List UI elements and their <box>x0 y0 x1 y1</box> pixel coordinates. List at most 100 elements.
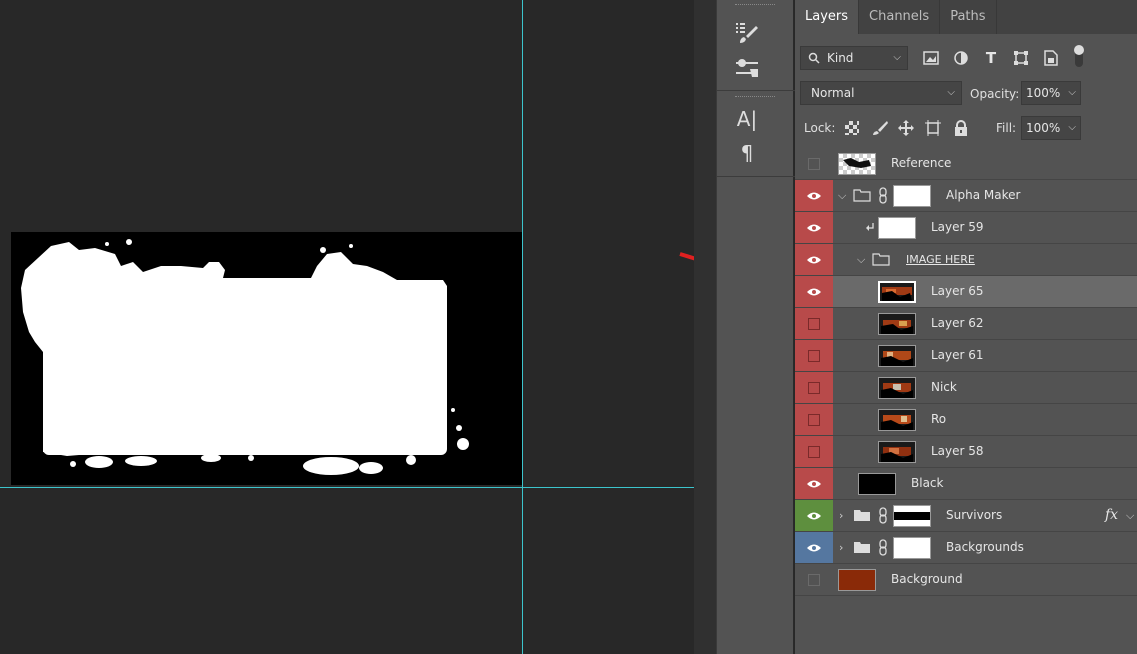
layer-mask-thumbnail[interactable] <box>893 185 931 207</box>
link-icon[interactable] <box>878 187 888 204</box>
visibility-toggle[interactable] <box>795 532 833 563</box>
layer-row-layer-61[interactable]: Layer 61 <box>795 340 1137 372</box>
layer-row-nick[interactable]: Nick <box>795 372 1137 404</box>
tab-channels[interactable]: Channels <box>859 0 941 34</box>
smart-object-filter-icon[interactable] <box>1040 47 1062 69</box>
layer-thumbnail <box>838 569 876 591</box>
eye-icon <box>807 512 821 519</box>
layer-mask-thumbnail[interactable] <box>893 537 931 559</box>
layer-mask-thumbnail[interactable] <box>893 505 931 527</box>
layer-row-backgrounds[interactable]: › Backgrounds <box>795 532 1137 564</box>
clone-source-icon[interactable] <box>725 54 769 84</box>
visibility-toggle[interactable] <box>795 244 833 275</box>
layer-name: Nick <box>931 380 957 394</box>
layers-panel: Layers Channels Paths Kind ⌵ T Normal ⌵ … <box>795 0 1137 654</box>
pixel-layer-filter-icon[interactable] <box>920 47 942 69</box>
chevron-down-icon[interactable]: ⌵ <box>1068 82 1076 104</box>
blend-mode-value: Normal <box>811 86 855 100</box>
link-icon[interactable] <box>878 539 888 556</box>
chevron-down-icon[interactable]: ⌵ <box>838 180 846 211</box>
strip-grip-2[interactable] <box>735 96 775 100</box>
layer-row-layer-59[interactable]: Layer 59 <box>795 212 1137 244</box>
folder-icon <box>872 253 890 266</box>
link-icon[interactable] <box>878 507 888 524</box>
visibility-toggle[interactable] <box>795 372 833 403</box>
filter-toggle-switch[interactable] <box>1068 45 1090 67</box>
collapsed-panels-strip: A| ¶ <box>716 0 795 654</box>
layer-name: Ro <box>931 412 947 426</box>
visibility-toggle[interactable] <box>795 500 833 531</box>
eye-icon <box>807 480 821 487</box>
folder-icon <box>853 189 871 202</box>
visibility-toggle[interactable] <box>795 148 833 179</box>
strip-grip[interactable] <box>735 4 775 8</box>
layer-row-layer-65[interactable]: Layer 65 <box>795 276 1137 308</box>
layer-row-black[interactable]: Black <box>795 468 1137 500</box>
chevron-down-icon[interactable]: ⌵ <box>1068 117 1076 139</box>
clipping-arrow-icon <box>866 223 874 231</box>
layer-name: Layer 59 <box>931 220 984 234</box>
shape-layer-filter-icon[interactable] <box>1010 47 1032 69</box>
document-canvas[interactable] <box>0 0 694 654</box>
search-icon <box>808 52 820 64</box>
layer-row-survivors[interactable]: › Survivors fx ⌵ <box>795 500 1137 532</box>
type-layer-filter-icon[interactable]: T <box>980 47 1002 69</box>
layer-thumbnail <box>858 473 896 495</box>
red-annotation-arrow <box>679 252 694 261</box>
visibility-toggle[interactable] <box>795 276 833 307</box>
filter-kind-select[interactable]: Kind ⌵ <box>800 46 908 70</box>
adjustment-layer-filter-icon[interactable] <box>950 47 972 69</box>
layer-name: Reference <box>891 156 952 170</box>
folder-icon <box>854 510 870 521</box>
visibility-toggle[interactable] <box>795 404 833 435</box>
lock-all-icon[interactable] <box>950 117 972 139</box>
layer-row-reference[interactable]: Reference <box>795 148 1137 180</box>
paragraph-icon[interactable]: ¶ <box>725 138 769 168</box>
fx-icon[interactable]: fx <box>1105 500 1118 531</box>
layer-row-image-here[interactable]: ⌵ IMAGE HERE <box>795 244 1137 276</box>
panel-gap <box>694 0 716 654</box>
eye-icon <box>807 192 821 199</box>
visibility-toggle[interactable] <box>795 468 833 499</box>
visibility-toggle[interactable] <box>795 180 833 211</box>
layer-thumbnail <box>878 281 916 303</box>
eye-icon <box>807 288 821 295</box>
visibility-toggle[interactable] <box>795 564 833 595</box>
lock-position-icon[interactable] <box>895 117 917 139</box>
tab-layers[interactable]: Layers <box>795 0 860 34</box>
layer-name: Alpha Maker <box>946 188 1021 202</box>
eye-icon <box>807 544 821 551</box>
layer-row-layer-58[interactable]: Layer 58 <box>795 436 1137 468</box>
eye-icon <box>807 224 821 231</box>
layer-row-alpha-maker[interactable]: ⌵ Alpha Maker <box>795 180 1137 212</box>
visibility-toggle[interactable] <box>795 308 833 339</box>
layer-name: Background <box>891 572 963 586</box>
opacity-input[interactable]: 100% ⌵ <box>1021 81 1081 105</box>
visibility-toggle[interactable] <box>795 436 833 467</box>
fill-value: 100% <box>1026 121 1061 135</box>
layer-thumbnail <box>878 345 916 367</box>
panel-tabs: Layers Channels Paths <box>795 0 1137 34</box>
fill-input[interactable]: 100% ⌵ <box>1021 116 1081 140</box>
layer-row-ro[interactable]: Ro <box>795 404 1137 436</box>
layer-row-background[interactable]: Background <box>795 564 1137 596</box>
blend-mode-select[interactable]: Normal ⌵ <box>800 81 962 105</box>
lock-image-pixels-icon[interactable] <box>869 117 891 139</box>
tab-paths[interactable]: Paths <box>940 0 997 34</box>
layer-row-layer-62[interactable]: Layer 62 <box>795 308 1137 340</box>
chevron-down-icon[interactable]: ⌵ <box>857 244 865 275</box>
eye-icon <box>807 256 821 263</box>
chevron-right-icon[interactable]: › <box>839 500 843 531</box>
chevron-down-icon[interactable]: ⌵ <box>1126 500 1134 531</box>
layer-name: Black <box>911 476 944 490</box>
opacity-value: 100% <box>1026 86 1061 100</box>
character-panel-icon[interactable]: A| <box>725 104 769 134</box>
chevron-right-icon[interactable]: › <box>839 532 843 563</box>
brush-settings-icon[interactable] <box>725 18 769 48</box>
lock-artboard-icon[interactable] <box>922 117 944 139</box>
layer-name: Backgrounds <box>946 540 1024 554</box>
visibility-toggle[interactable] <box>795 212 833 243</box>
layer-thumbnail <box>878 409 916 431</box>
lock-transparent-pixels-icon[interactable] <box>841 117 863 139</box>
visibility-toggle[interactable] <box>795 340 833 371</box>
